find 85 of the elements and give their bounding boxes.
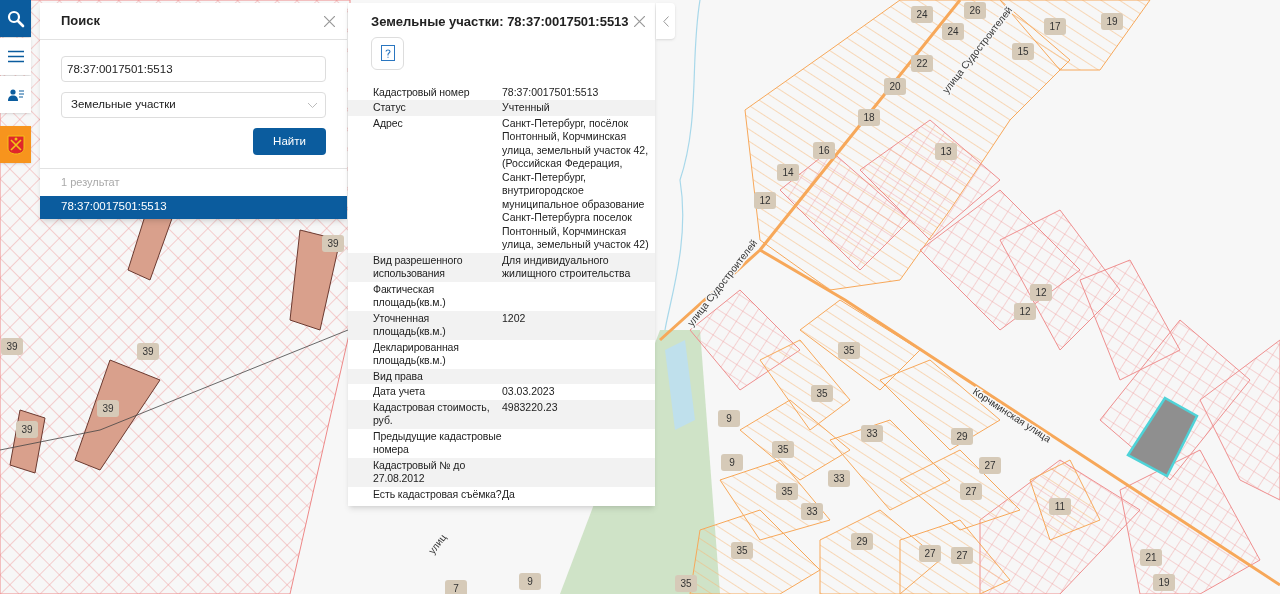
emblem-button[interactable]	[0, 126, 31, 163]
parcel-boundary-button[interactable]	[371, 36, 404, 70]
house-number-label: 33	[806, 506, 818, 517]
field-label: Предыдущие кадастровые номера	[373, 429, 502, 457]
house-number-label: 20	[889, 81, 901, 92]
house-number-label: 19	[1158, 577, 1170, 588]
field-label: Кадастровая стоимость, руб.	[373, 400, 491, 428]
house-number-label: 12	[1035, 287, 1047, 298]
user-list-icon	[7, 88, 24, 101]
field-value: Учтенный	[502, 101, 551, 115]
field-label: Кадастровый номер	[373, 85, 471, 99]
house-number-label: 12	[759, 195, 771, 206]
field-value: 1202	[502, 311, 527, 326]
field-label: Адрес	[373, 116, 404, 131]
field-label: Кадастровый № до 27.08.2012	[373, 458, 467, 486]
find-button[interactable]: Найти	[253, 128, 326, 155]
search-icon	[6, 9, 25, 28]
emblem-icon	[6, 134, 25, 155]
house-number-label: 27	[984, 460, 996, 471]
house-number-label: 35	[777, 444, 789, 455]
search-button[interactable]	[0, 0, 31, 37]
house-number-label: 35	[816, 388, 828, 399]
field-label: Фактическая площадь(кв.м.)	[373, 282, 447, 310]
close-icon	[323, 15, 335, 27]
field-value: 03.03.2023	[502, 385, 556, 399]
house-number-label: 19	[1106, 16, 1118, 27]
field-label: Уточненная площадь(кв.м.)	[373, 311, 447, 339]
users-button[interactable]	[0, 76, 31, 113]
house-number-label: 22	[916, 58, 928, 69]
house-number-label: 9	[726, 413, 732, 424]
field-label: Дата учета	[373, 385, 426, 399]
info-panel-title: Земельные участки: 78:37:0017501:5513	[371, 13, 629, 31]
boundary-question-icon	[379, 44, 396, 62]
search-input[interactable]: 78:37:0017501:5513	[61, 56, 326, 82]
house-number-label: 27	[956, 550, 968, 561]
panel-title: Поиск	[61, 12, 100, 31]
field-label: Декларированная площадь(кв.м.)	[373, 340, 460, 368]
house-number-label: 35	[736, 545, 748, 556]
result-item[interactable]: 78:37:0017501:5513	[40, 195, 347, 219]
house-number-label: 35	[680, 578, 692, 589]
house-number-label: 27	[924, 548, 936, 559]
house-number-label: 9	[527, 576, 533, 587]
house-number-label: 29	[956, 431, 968, 442]
result-count: 1 результат	[60, 175, 121, 190]
field-value: 78:37:0017501:5513	[502, 85, 600, 99]
house-number-label: 27	[965, 486, 977, 497]
field-value: Для индивидуального жилищного строительства	[502, 253, 632, 281]
house-number-label: 33	[833, 473, 845, 484]
menu-button[interactable]	[0, 38, 31, 75]
field-label: Есть кадастровая съёмка?	[373, 487, 502, 501]
chevron-left-icon	[662, 15, 669, 27]
house-number-label: 15	[1017, 46, 1029, 57]
field-label: Вид разрешенного использования	[373, 253, 464, 281]
house-number-label: 13	[940, 146, 952, 157]
menu-icon	[7, 50, 24, 63]
house-number-label: 17	[1049, 21, 1061, 32]
house-number-label: 9	[729, 457, 735, 468]
house-number-label: 24	[916, 9, 928, 20]
house-number-label: 39	[142, 346, 154, 357]
house-number-label: 16	[818, 145, 830, 156]
house-number-label: 7	[453, 583, 459, 594]
house-number-label: 29	[856, 536, 868, 547]
house-number-label: 39	[327, 238, 339, 249]
house-number-label: 33	[866, 428, 878, 439]
field-value: Санкт-Петербург, посёлок Понтонный, Корчминская улица, земельный участок 42, (Российская Федерация, Санкт-Петербург, внутригородское муниципальное образование Санкт-Петербурга поселок Понтонный, Корчминская улица, земельный участок 42)	[502, 116, 650, 252]
field-value: 4983220.23	[502, 400, 559, 415]
house-number-label: 39	[21, 424, 33, 435]
house-number-label: 35	[843, 345, 855, 356]
house-number-label: 21	[1145, 552, 1157, 563]
field-label: Вид права	[373, 369, 424, 383]
house-number-label: 12	[1019, 306, 1031, 317]
house-number-label: 24	[947, 26, 959, 37]
house-number-label: 39	[6, 341, 18, 352]
close-button[interactable]	[631, 13, 647, 30]
close-icon	[633, 16, 645, 28]
chevron-down-icon	[308, 102, 317, 108]
field-label: Статус	[373, 101, 407, 115]
house-number-label: 14	[782, 167, 794, 178]
house-number-label: 35	[781, 486, 793, 497]
house-number-label: 39	[102, 403, 114, 414]
field-value: Да	[502, 487, 516, 501]
house-number-label: 11	[1054, 501, 1066, 512]
house-number-label: 18	[863, 112, 875, 123]
selected-parcel[interactable]	[1126, 396, 1199, 478]
type-select[interactable]: Земельные участки	[61, 92, 326, 118]
